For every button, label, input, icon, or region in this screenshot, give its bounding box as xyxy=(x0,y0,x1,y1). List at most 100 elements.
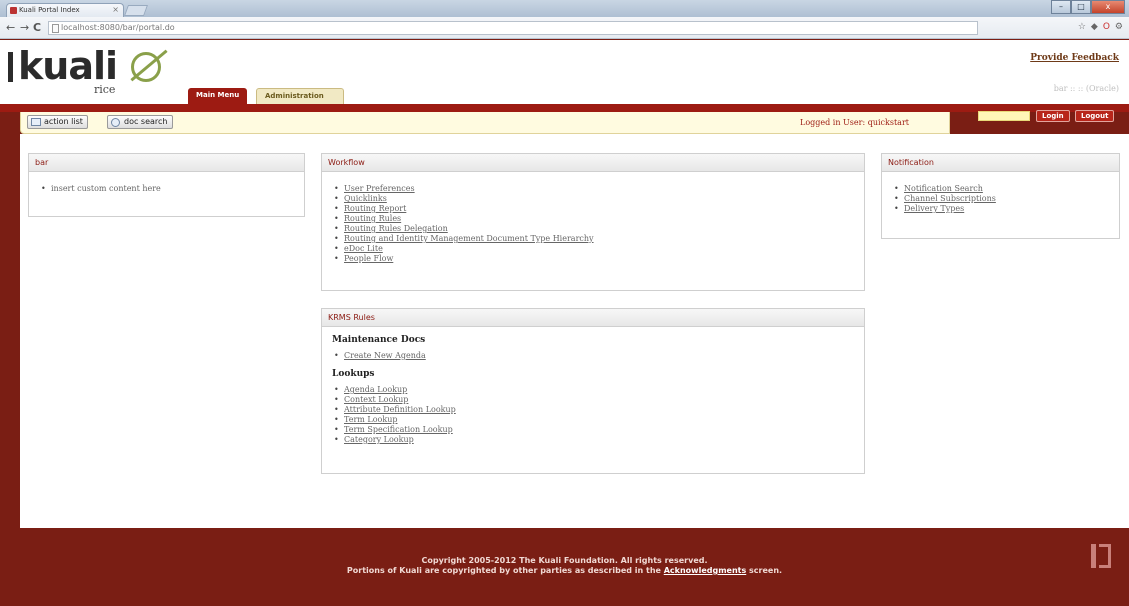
logo-text: kuali xyxy=(18,44,118,88)
list-item: Quicklinks xyxy=(334,194,864,204)
list-item: Delivery Types xyxy=(894,204,1119,214)
acknowledgments-link[interactable]: Acknowledgments xyxy=(664,566,747,575)
panel-list: Agenda Lookup Context Lookup Attribute D… xyxy=(322,379,864,445)
extension-icon[interactable]: ◆ xyxy=(1091,22,1098,32)
term-specification-lookup-link[interactable]: Term Specification Lookup xyxy=(344,425,453,434)
settings-wrench-icon[interactable]: ⚙ xyxy=(1115,22,1123,32)
address-bar-row: ← → C localhost:8080/bar/portal.do ☆ ◆ O… xyxy=(0,17,1129,39)
user-preferences-link[interactable]: User Preferences xyxy=(344,184,415,193)
panel-list: Create New Agenda xyxy=(322,345,864,361)
doc-search-button[interactable]: doc search xyxy=(107,115,173,129)
portal-toolbar: action list doc search Logged in User: q… xyxy=(20,112,950,134)
edoc-lite-link[interactable]: eDoc Lite xyxy=(344,244,383,253)
browser-tab-strip: Kuali Portal Index × – □ x xyxy=(0,0,1129,17)
list-item: Term Lookup xyxy=(334,415,864,425)
kuali-rice-logo: kuali rice xyxy=(8,44,198,96)
window-controls: – □ x xyxy=(1051,0,1125,14)
logo-subtext: rice xyxy=(94,83,116,96)
list-item: User Preferences xyxy=(334,184,864,194)
search-icon xyxy=(111,118,120,127)
term-lookup-link[interactable]: Term Lookup xyxy=(344,415,397,424)
tab-main-menu[interactable]: Main Menu xyxy=(188,88,248,104)
url-field[interactable]: localhost:8080/bar/portal.do xyxy=(48,21,978,35)
portions-text: Portions of Kuali are copyrighted by oth… xyxy=(346,566,661,575)
list-item: People Flow xyxy=(334,254,864,264)
footer-logo-bracket xyxy=(1099,544,1111,568)
logged-in-user: Logged in User: quickstart xyxy=(800,118,909,127)
back-arrow-icon[interactable]: ← xyxy=(6,21,15,34)
routing-rules-link[interactable]: Routing Rules xyxy=(344,214,401,223)
delivery-types-link[interactable]: Delivery Types xyxy=(904,204,964,213)
login-area: Login Logout xyxy=(950,106,1129,126)
action-list-button[interactable]: action list xyxy=(27,115,88,129)
logout-button[interactable]: Logout xyxy=(1075,110,1115,122)
list-item: Routing Rules xyxy=(334,214,864,224)
context-lookup-link[interactable]: Context Lookup xyxy=(344,395,408,404)
list-icon xyxy=(31,118,41,126)
list-item: Routing Rules Delegation xyxy=(334,224,864,234)
notification-search-link[interactable]: Notification Search xyxy=(904,184,983,193)
login-user-input[interactable] xyxy=(978,111,1030,121)
browser-extension-icons: ☆ ◆ O ⚙ xyxy=(1078,22,1123,32)
reload-icon[interactable]: C xyxy=(33,21,41,34)
forward-arrow-icon[interactable]: → xyxy=(20,21,29,34)
attribute-definition-lookup-link[interactable]: Attribute Definition Lookup xyxy=(344,405,456,414)
kuali-footer-logo-icon xyxy=(1091,544,1111,568)
panel-list: User Preferences Quicklinks Routing Repo… xyxy=(322,172,864,264)
panel-bar: bar insert custom content here xyxy=(28,153,305,217)
document-type-hierarchy-link[interactable]: Routing and Identity Management Document… xyxy=(344,234,594,243)
panel-list: Notification Search Channel Subscription… xyxy=(882,172,1119,214)
list-item: Notification Search xyxy=(894,184,1119,194)
panel-title: KRMS Rules xyxy=(322,309,864,327)
logo-bar-mark xyxy=(8,52,13,82)
agenda-lookup-link[interactable]: Agenda Lookup xyxy=(344,385,407,394)
quicklinks-link[interactable]: Quicklinks xyxy=(344,194,387,203)
main-content: bar insert custom content here Workflow … xyxy=(20,134,1129,528)
copyright-line: Copyright 2005-2012 The Kuali Foundation… xyxy=(421,556,708,565)
panel-krms-rules: KRMS Rules Maintenance Docs Create New A… xyxy=(321,308,865,474)
portions-line: Portions of Kuali are copyrighted by oth… xyxy=(0,566,1129,576)
bookmark-star-icon[interactable]: ☆ xyxy=(1078,22,1086,32)
panel-title: Notification xyxy=(882,154,1119,172)
browser-tab[interactable]: Kuali Portal Index × xyxy=(6,3,124,17)
panel-workflow: Workflow User Preferences Quicklinks Rou… xyxy=(321,153,865,291)
list-item: Context Lookup xyxy=(334,395,864,405)
list-item: Agenda Lookup xyxy=(334,385,864,395)
list-item: Term Specification Lookup xyxy=(334,425,864,435)
restore-icon[interactable]: □ xyxy=(1071,0,1091,14)
favicon-icon xyxy=(10,7,17,14)
database-info: bar :: :: (Oracle) xyxy=(1053,84,1119,93)
list-item: Channel Subscriptions xyxy=(894,194,1119,204)
opera-icon[interactable]: O xyxy=(1103,22,1110,32)
window-close-icon[interactable]: x xyxy=(1091,0,1125,14)
panel-notification: Notification Notification Search Channel… xyxy=(881,153,1120,239)
list-item: eDoc Lite xyxy=(334,244,864,254)
action-list-label: action list xyxy=(44,117,83,126)
list-item: Category Lookup xyxy=(334,435,864,445)
page-icon xyxy=(52,24,59,33)
doc-search-label: doc search xyxy=(124,117,168,126)
routing-report-link[interactable]: Routing Report xyxy=(344,204,406,213)
panel-title: Workflow xyxy=(322,154,864,172)
list-item: Attribute Definition Lookup xyxy=(334,405,864,415)
browser-tab-title: Kuali Portal Index xyxy=(19,6,80,14)
category-lookup-link[interactable]: Category Lookup xyxy=(344,435,414,444)
provide-feedback-link[interactable]: Provide Feedback xyxy=(1030,53,1119,63)
copyright-notice: Copyright 2005-2012 The Kuali Foundation… xyxy=(0,556,1129,576)
list-item: Routing Report xyxy=(334,204,864,214)
portal-footer: Copyright 2005-2012 The Kuali Foundation… xyxy=(0,528,1129,606)
tab-administration[interactable]: Administration xyxy=(256,88,344,104)
login-button[interactable]: Login xyxy=(1036,110,1070,122)
list-item: Create New Agenda xyxy=(334,351,864,361)
section-heading: Lookups xyxy=(332,369,375,379)
list-item: insert custom content here xyxy=(41,184,304,194)
page: kuali rice Main Menu Administration Prov… xyxy=(0,40,1129,606)
channel-subscriptions-link[interactable]: Channel Subscriptions xyxy=(904,194,996,203)
new-tab-button[interactable] xyxy=(123,5,149,16)
portal-header: kuali rice Main Menu Administration Prov… xyxy=(0,40,1129,104)
create-new-agenda-link[interactable]: Create New Agenda xyxy=(344,351,426,360)
tab-close-icon[interactable]: × xyxy=(112,5,119,14)
routing-rules-delegation-link[interactable]: Routing Rules Delegation xyxy=(344,224,448,233)
minimize-icon[interactable]: – xyxy=(1051,0,1071,14)
people-flow-link[interactable]: People Flow xyxy=(344,254,393,263)
